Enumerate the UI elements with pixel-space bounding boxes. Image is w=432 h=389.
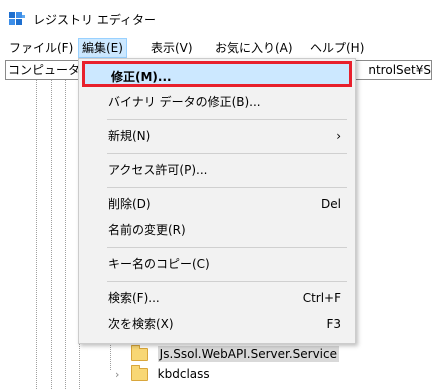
menu-item-modify[interactable]: 修正(M)... [82, 61, 352, 87]
menu-view[interactable]: 表示(V) [148, 39, 196, 57]
tree-item-label: kbdclass [157, 367, 210, 381]
folder-icon [130, 365, 148, 381]
menu-item-new[interactable]: 新規(N) › [79, 123, 355, 149]
menu-item-label: 次を検索(X) [108, 317, 174, 331]
menu-file[interactable]: ファイル(F) [6, 39, 76, 57]
tree-guide-line [36, 80, 37, 389]
shortcut-label: Ctrl+F [302, 291, 341, 305]
menu-help[interactable]: ヘルプ(H) [307, 39, 367, 57]
menu-item-modify-binary[interactable]: バイナリ データの修正(B)... [79, 89, 355, 115]
menu-separator [107, 187, 347, 188]
shortcut-label: Del [321, 197, 341, 211]
address-path-end: ntrolSet¥S [368, 63, 431, 77]
menu-separator [107, 247, 347, 248]
edit-menu-dropdown: 修正(M)... バイナリ データの修正(B)... 新規(N) › アクセス許… [78, 58, 356, 344]
menu-bar: ファイル(F) 編集(E) 表示(V) お気に入り(A) ヘルプ(H) [0, 36, 432, 58]
shortcut-label: F3 [326, 317, 341, 331]
window-title: レジストリ エディター [33, 13, 156, 27]
menu-item-delete[interactable]: 削除(D) Del [79, 191, 355, 217]
menu-favorites[interactable]: お気に入り(A) [212, 39, 296, 57]
tree-item-label: Js.Ssol.WebAPI.Server.Service [157, 346, 339, 362]
tree-item[interactable]: › kbdclass [115, 364, 210, 384]
menu-item-find[interactable]: 検索(F)... Ctrl+F [79, 285, 355, 311]
folder-icon [130, 345, 148, 361]
menu-separator [107, 153, 347, 154]
submenu-arrow-icon: › [336, 129, 341, 143]
registry-editor-icon [9, 12, 25, 25]
menu-edit[interactable]: 編集(E) [78, 38, 127, 58]
menu-item-label: 削除(D) [108, 197, 151, 211]
menu-item-label: キー名のコピー(C) [108, 257, 210, 271]
menu-item-label: アクセス許可(P)... [108, 163, 208, 177]
tree-guide-line [51, 80, 52, 389]
menu-item-label: 名前の変更(R) [108, 223, 186, 237]
title-bar: レジストリ エディター [0, 0, 432, 36]
expand-chevron-icon[interactable]: › [115, 365, 127, 385]
menu-item-label: 修正(M)... [111, 70, 172, 84]
menu-item-rename[interactable]: 名前の変更(R) [79, 217, 355, 243]
menu-separator [107, 119, 347, 120]
menu-item-label: 新規(N) [108, 129, 151, 143]
menu-item-permissions[interactable]: アクセス許可(P)... [79, 157, 355, 183]
tree-guide-line [65, 80, 66, 389]
menu-separator [107, 281, 347, 282]
menu-item-label: 検索(F)... [108, 291, 160, 305]
tree-item[interactable]: Js.Ssol.WebAPI.Server.Service [115, 344, 339, 364]
menu-item-find-next[interactable]: 次を検索(X) F3 [79, 311, 355, 337]
menu-item-label: バイナリ データの修正(B)... [108, 95, 261, 109]
menu-item-copy-key-name[interactable]: キー名のコピー(C) [79, 251, 355, 277]
